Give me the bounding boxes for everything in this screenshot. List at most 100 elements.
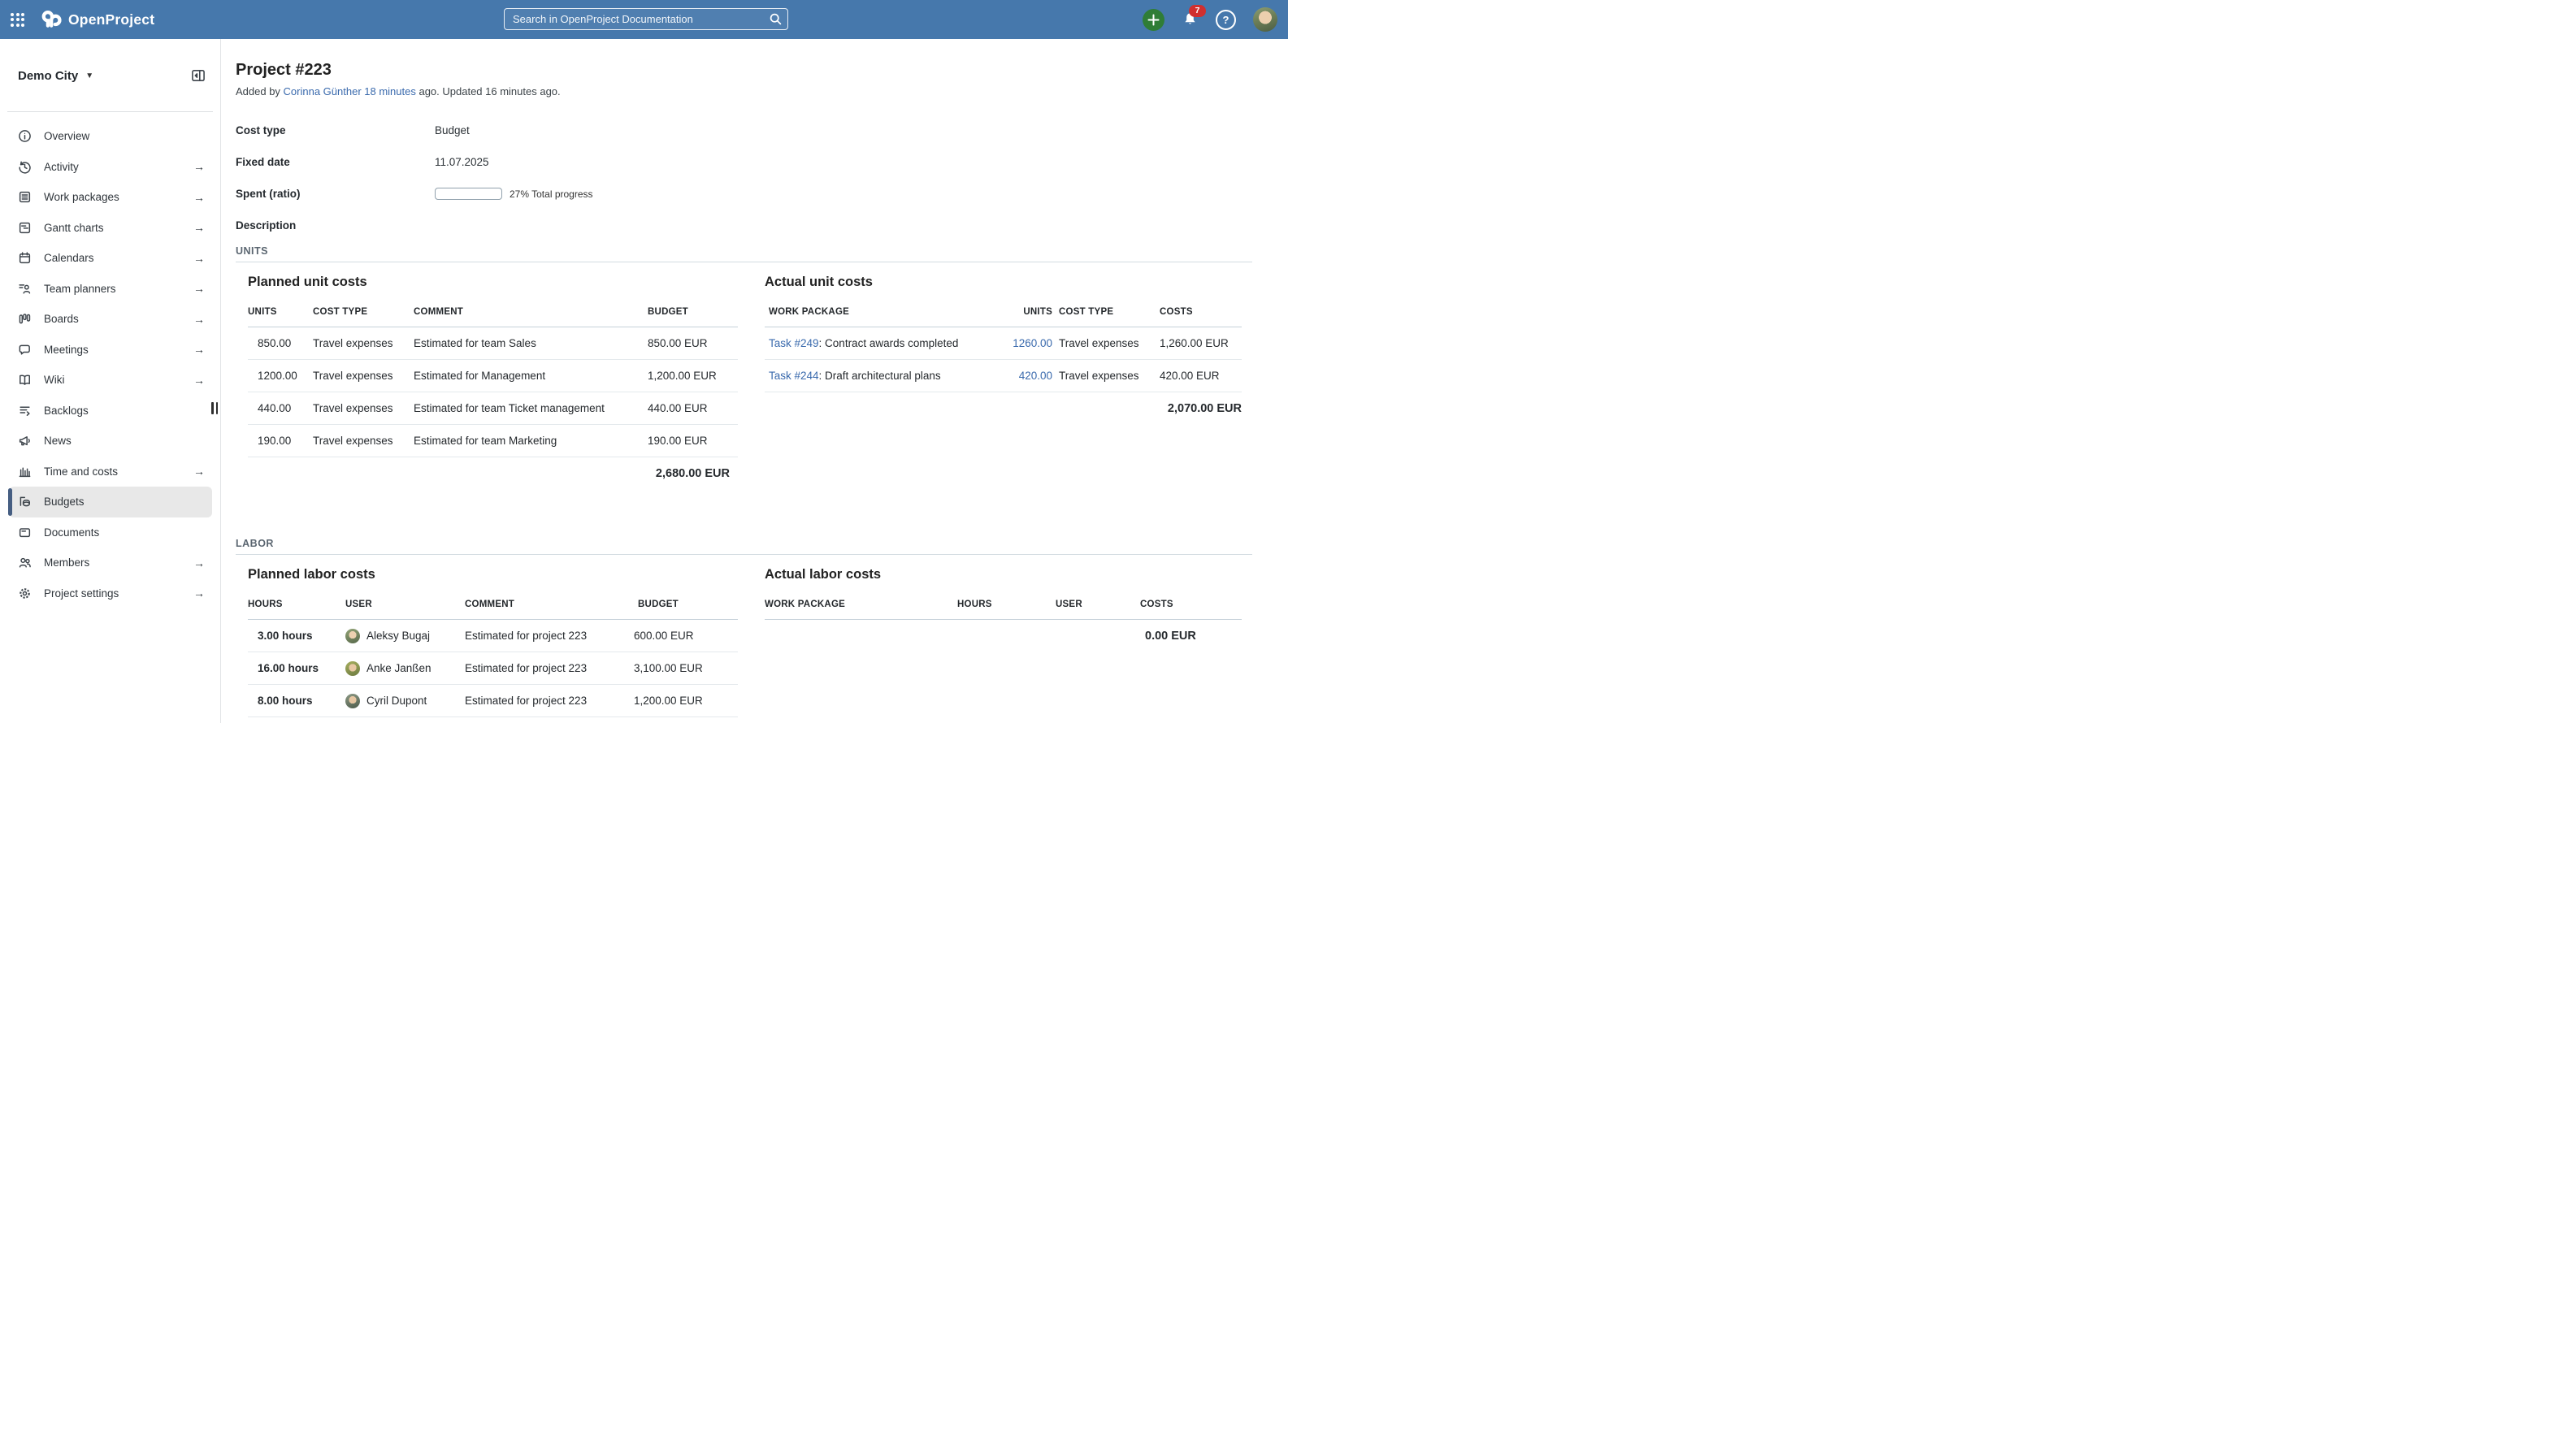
table-row: 3.00 hours Aleksy Bugaj Estimated for pr…	[248, 620, 738, 652]
project-sidebar: Demo City ▼ Overview Activity →	[0, 39, 221, 723]
sidebar-resize-handle[interactable]	[211, 402, 218, 414]
sidebar-item-icon	[18, 465, 32, 478]
sidebar-item-icon	[18, 404, 32, 418]
help-button[interactable]: ?	[1216, 10, 1236, 30]
sidebar-item[interactable]: Wiki →	[9, 365, 212, 396]
sidebar-item-label: Team planners	[44, 283, 181, 295]
sidebar-collapse-button[interactable]	[191, 68, 206, 83]
arrow-right-icon: →	[193, 465, 205, 478]
attribute-row: Fixed date 11.07.2025	[236, 146, 1252, 178]
sidebar-item[interactable]: Team planners →	[9, 274, 212, 305]
sidebar-item[interactable]: News	[9, 426, 212, 457]
units-link[interactable]: 1260.00	[1013, 337, 1052, 349]
sidebar-item-icon	[18, 312, 32, 326]
column-header: UNITS	[1008, 301, 1057, 327]
table-header-row: WORK PACKAGEHOURSUSERCOSTS	[765, 593, 1242, 620]
sidebar-item[interactable]: Gantt charts →	[9, 213, 212, 244]
budget-cell: 190.00 EUR	[648, 425, 738, 457]
arrow-right-icon: →	[193, 160, 205, 173]
table-total-row: 0.00 EUR	[765, 620, 1242, 653]
planned-unit-costs-panel: Planned unit costs UNITSCOST TYPECOMMENT…	[248, 262, 738, 490]
sidebar-item-label: Gantt charts	[44, 222, 181, 234]
user-name: Anke Janßen	[366, 662, 432, 674]
column-header: USER	[1056, 593, 1140, 620]
column-header: COSTS	[1140, 593, 1242, 620]
arrow-right-icon: →	[193, 587, 205, 600]
units-cell: 1260.00	[1008, 327, 1057, 360]
column-header: USER	[345, 593, 465, 620]
author-link[interactable]: Corinna Günther 18 minutes	[284, 85, 416, 97]
units-cell: 1200.00	[248, 360, 313, 392]
arrow-right-icon: →	[193, 343, 205, 356]
sidebar-item[interactable]: Boards →	[9, 304, 212, 335]
table-row: 8.00 hours Cyril Dupont Estimated for pr…	[248, 685, 738, 717]
planned-unit-costs-table: UNITSCOST TYPECOMMENTBUDGET 850.00 Trave…	[248, 301, 738, 490]
global-add-button[interactable]	[1143, 9, 1164, 31]
cost-type-cell: Travel expenses	[313, 327, 414, 360]
user-cell: Anke Janßen	[345, 652, 465, 685]
column-header: WORK PACKAGE	[765, 301, 1008, 327]
sidebar-item-icon	[18, 373, 32, 387]
openproject-logo[interactable]: OpenProject	[41, 9, 154, 31]
sidebar-item[interactable]: Backlogs	[9, 396, 212, 426]
user-cell: Aleksy Bugaj	[345, 620, 465, 652]
sidebar-item-label: News	[44, 435, 205, 447]
sidebar-item[interactable]: Budgets	[9, 487, 212, 517]
sidebar-item[interactable]: Time and costs →	[9, 457, 212, 487]
sidebar-item-label: Boards	[44, 313, 181, 325]
units-link[interactable]: 420.00	[1019, 370, 1052, 382]
sidebar-item[interactable]: Meetings →	[9, 335, 212, 366]
sidebar-item-icon	[18, 343, 32, 357]
sidebar-item-label: Budgets	[44, 496, 205, 508]
work-package-link[interactable]: Task #244	[769, 370, 819, 382]
sidebar-item-icon	[18, 495, 32, 509]
actual-labor-costs-table: WORK PACKAGEHOURSUSERCOSTS 0.00 EUR	[765, 593, 1242, 652]
attribute-row: Spent (ratio) 27% Total progress	[236, 178, 1252, 210]
project-selector-row: Demo City ▼	[0, 39, 220, 104]
work-package-link[interactable]: Task #249	[769, 337, 819, 349]
sidebar-item-label: Wiki	[44, 374, 181, 386]
app-title: OpenProject	[68, 11, 154, 28]
cost-type-cell: Travel expenses	[313, 392, 414, 425]
user-name: Cyril Dupont	[366, 695, 427, 707]
planned-labor-costs-table: HOURSUSERCOMMENTBUDGET 3.00 hours Aleksy…	[248, 593, 738, 717]
sidebar-item[interactable]: Members →	[9, 548, 212, 578]
progress-bar	[435, 188, 502, 200]
user-avatar[interactable]	[1253, 7, 1277, 32]
description-label: Description	[236, 219, 435, 232]
search-input[interactable]	[504, 8, 788, 30]
attribute-row: Cost type Budget	[236, 115, 1252, 146]
table-header-row: HOURSUSERCOMMENTBUDGET	[248, 593, 738, 620]
actual-labor-total: 0.00 EUR	[1140, 620, 1242, 653]
arrow-right-icon: →	[193, 282, 205, 295]
table-total-row: 2,680.00 EUR	[248, 457, 738, 491]
sidebar-item[interactable]: Activity →	[9, 152, 212, 183]
fixed-date-value: 11.07.2025	[435, 156, 489, 168]
sidebar-item[interactable]: Documents	[9, 517, 212, 548]
comment-cell: Estimated for project 223	[465, 652, 634, 685]
cost-type-value: Budget	[435, 124, 470, 136]
column-header: HOURS	[248, 593, 345, 620]
question-mark-icon: ?	[1223, 14, 1229, 26]
search-icon[interactable]	[769, 12, 783, 26]
table-header-row: UNITSCOST TYPECOMMENTBUDGET	[248, 301, 738, 327]
sidebar-item[interactable]: Overview	[9, 121, 212, 152]
notifications-button[interactable]: 7	[1182, 11, 1199, 28]
app-launcher-icon[interactable]	[11, 13, 24, 27]
work-package-cell: Task #249: Contract awards completed	[765, 327, 1008, 360]
sidebar-item-icon	[18, 434, 32, 448]
work-package-cell: Task #244: Draft architectural plans	[765, 360, 1008, 392]
sidebar-item-icon	[18, 190, 32, 204]
units-cell: 190.00	[248, 425, 313, 457]
sidebar-menu: Overview Activity → Work packages → Gant…	[0, 112, 220, 608]
sidebar-item[interactable]: Calendars →	[9, 243, 212, 274]
project-selector[interactable]: Demo City ▼	[18, 69, 93, 83]
units-cell: 440.00	[248, 392, 313, 425]
sidebar-item-icon	[18, 282, 32, 296]
actual-unit-costs-panel: Actual unit costs WORK PACKAGE UNITS COS…	[765, 262, 1242, 490]
table-row: Task #244: Draft architectural plans 420…	[765, 360, 1242, 392]
units-section-label: UNITS	[236, 245, 1252, 258]
project-name: Demo City	[18, 69, 78, 83]
sidebar-item[interactable]: Project settings →	[9, 578, 212, 609]
sidebar-item[interactable]: Work packages →	[9, 182, 212, 213]
